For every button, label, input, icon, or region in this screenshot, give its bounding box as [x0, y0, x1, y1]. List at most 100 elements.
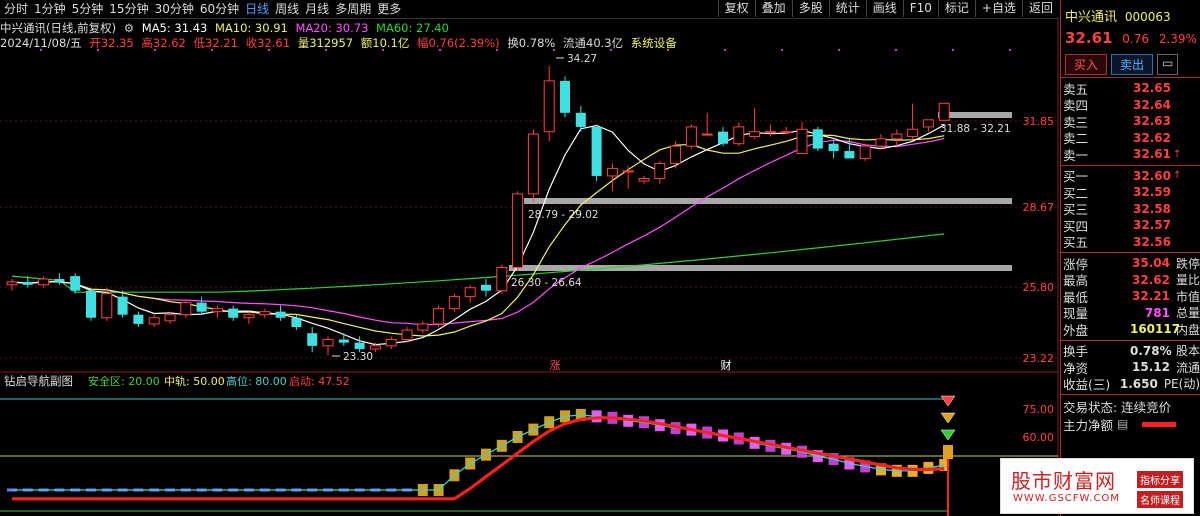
- period-tab[interactable]: 15分钟: [109, 2, 148, 17]
- candle-body: [512, 193, 524, 268]
- candle-body: [196, 302, 207, 312]
- tool-button[interactable]: F10: [902, 0, 938, 17]
- min-price-label: 23.30: [343, 351, 373, 363]
- tool-button[interactable]: 统计: [828, 0, 866, 17]
- candle-body: [606, 167, 618, 177]
- sector-label: 系统设备: [630, 36, 677, 50]
- quote-extra-label: 跌停: [1175, 256, 1200, 271]
- period-tab[interactable]: 5分钟: [72, 2, 104, 17]
- event-marker: 涨: [550, 359, 561, 372]
- watermark-logo: 股市财富网 WWW.GSCFW.COM 指标分享 名师课程: [1000, 458, 1194, 514]
- quote-value: 32.59: [1133, 185, 1171, 200]
- price-axis-label: 25.80: [1023, 281, 1055, 294]
- candle-body: [701, 133, 713, 136]
- up-arrow-icon: ↑: [1173, 170, 1182, 182]
- watermark-url: WWW.GSCFW.COM: [1013, 493, 1120, 504]
- tool-button[interactable]: 叠加: [754, 0, 792, 17]
- buy-orders: 买一 32.60 ↑ 买二 32.59 买三 32.58 买四 32.57 买五 32.56: [1061, 168, 1200, 251]
- period-toolbar: 分时 1分钟 5分钟 15分钟 30分钟 60分钟 日线 周线 月线 多周期 更多 复权 叠加 多股 统计…: [0, 0, 1059, 19]
- period-tab[interactable]: 60分钟: [200, 2, 239, 17]
- candle-body: [38, 278, 50, 286]
- ohlc-info-line: 2024/11/08/五 开32.35 高32.62 低32.21 收32.61…: [0, 35, 681, 51]
- candle-body: [907, 128, 919, 137]
- max-price-label: 34.27: [567, 53, 597, 65]
- period-tab[interactable]: 更多: [377, 2, 401, 17]
- date-label: 2024/11/08/五: [0, 36, 82, 50]
- candle-body: [417, 323, 429, 331]
- marker-dot: [952, 49, 954, 51]
- candle-body: [164, 314, 176, 322]
- price-change: 0.76: [1122, 32, 1149, 46]
- sell-button[interactable]: 卖出: [1111, 54, 1154, 75]
- watermark-tag: 名师课程: [1137, 491, 1183, 508]
- main-net-row: 主力净额 ▤: [1061, 415, 1200, 433]
- candle-body: [527, 133, 539, 195]
- candle-body: [228, 308, 239, 318]
- quote-row: 买三 32.58: [1061, 201, 1200, 218]
- quote-row: 最低 32.21 市值: [1061, 288, 1200, 305]
- candle-body: [670, 145, 682, 164]
- candle-body: [354, 342, 365, 350]
- signal-triangle: [940, 429, 956, 441]
- candle-body: [401, 329, 413, 340]
- marker-dot: [724, 49, 726, 51]
- quote-value: 32.57: [1133, 218, 1171, 233]
- candle-body: [322, 338, 334, 347]
- close-label: 收32.61: [245, 36, 291, 50]
- quote-row: 卖四 32.64: [1061, 97, 1200, 114]
- candle-body: [891, 133, 903, 140]
- settings-icon[interactable]: ⚙: [124, 21, 134, 35]
- period-tab[interactable]: 分时: [4, 2, 28, 17]
- quote-extra-label: 流通: [1175, 360, 1200, 375]
- tool-button[interactable]: 画线: [865, 0, 903, 17]
- list-icon[interactable]: ▤: [1117, 417, 1128, 431]
- kline-chart[interactable]: 31.88 - 32.21 28.79 - 29.02 26.30 - 26.64 3…: [0, 0, 1060, 516]
- indicator-line: [12, 414, 945, 491]
- amount-label: 额10.1亿: [360, 36, 410, 50]
- change-label: 幅0.76(2.39%): [417, 36, 500, 50]
- candle-body: [922, 119, 934, 128]
- candle-body: [54, 278, 65, 282]
- marker-dot: [895, 49, 897, 51]
- period-tab[interactable]: 日线: [245, 2, 269, 17]
- quote-value: 32.63: [1133, 114, 1171, 129]
- low-label: 低32.21: [193, 36, 238, 50]
- watermark-tag: 指标分享: [1137, 471, 1183, 488]
- zone-label: 31.88 - 32.21: [940, 123, 1011, 135]
- period-tab[interactable]: 周线: [275, 2, 299, 17]
- period-tab[interactable]: 1分钟: [34, 2, 66, 17]
- ma60-line: [11, 233, 945, 293]
- buy-button[interactable]: 买入: [1065, 54, 1108, 75]
- quote-row: 换手 0.78% 股本: [1061, 343, 1200, 360]
- tool-buttons: 复权 叠加 多股 统计 画线 F10 标记 +自选 返回: [717, 0, 1059, 17]
- candle-body: [638, 177, 650, 182]
- quote-row: 外盘 160117 内盘: [1061, 321, 1200, 338]
- quote-row: 卖五 32.65: [1061, 80, 1200, 97]
- up-arrow-icon: ↑: [1173, 148, 1182, 160]
- tool-button[interactable]: +自选: [974, 0, 1022, 17]
- candle-body: [496, 266, 508, 292]
- candle-body: [812, 129, 823, 149]
- indicator-name: 钻启导航副图: [4, 374, 73, 388]
- ind-axis-label: 75.00: [1023, 403, 1055, 416]
- candle-body: [875, 138, 887, 147]
- ind-axis-label: 60.00: [1023, 431, 1055, 444]
- candle-body: [291, 317, 302, 327]
- quote-label: 收益(三): [1063, 377, 1111, 393]
- candle-body: [844, 151, 855, 159]
- period-tab[interactable]: 多周期: [335, 2, 371, 17]
- more-button[interactable]: ▭: [1157, 54, 1179, 75]
- period-tab[interactable]: 月线: [305, 2, 329, 17]
- candle-body: [780, 131, 792, 134]
- tool-button[interactable]: 多股: [791, 0, 829, 17]
- indicator-high-label: 高位: 80.00: [226, 374, 287, 388]
- quote-extra-label: 总量: [1175, 306, 1200, 321]
- marker-dot: [781, 49, 783, 51]
- ma5-label: MA5: 31.43: [141, 21, 208, 35]
- tool-button[interactable]: 返回: [1021, 0, 1059, 17]
- candle-body: [591, 126, 602, 176]
- tool-button[interactable]: 复权: [717, 0, 755, 17]
- quote-label: 卖一: [1063, 147, 1089, 163]
- tool-button[interactable]: 标记: [937, 0, 975, 17]
- period-tab[interactable]: 30分钟: [155, 2, 194, 17]
